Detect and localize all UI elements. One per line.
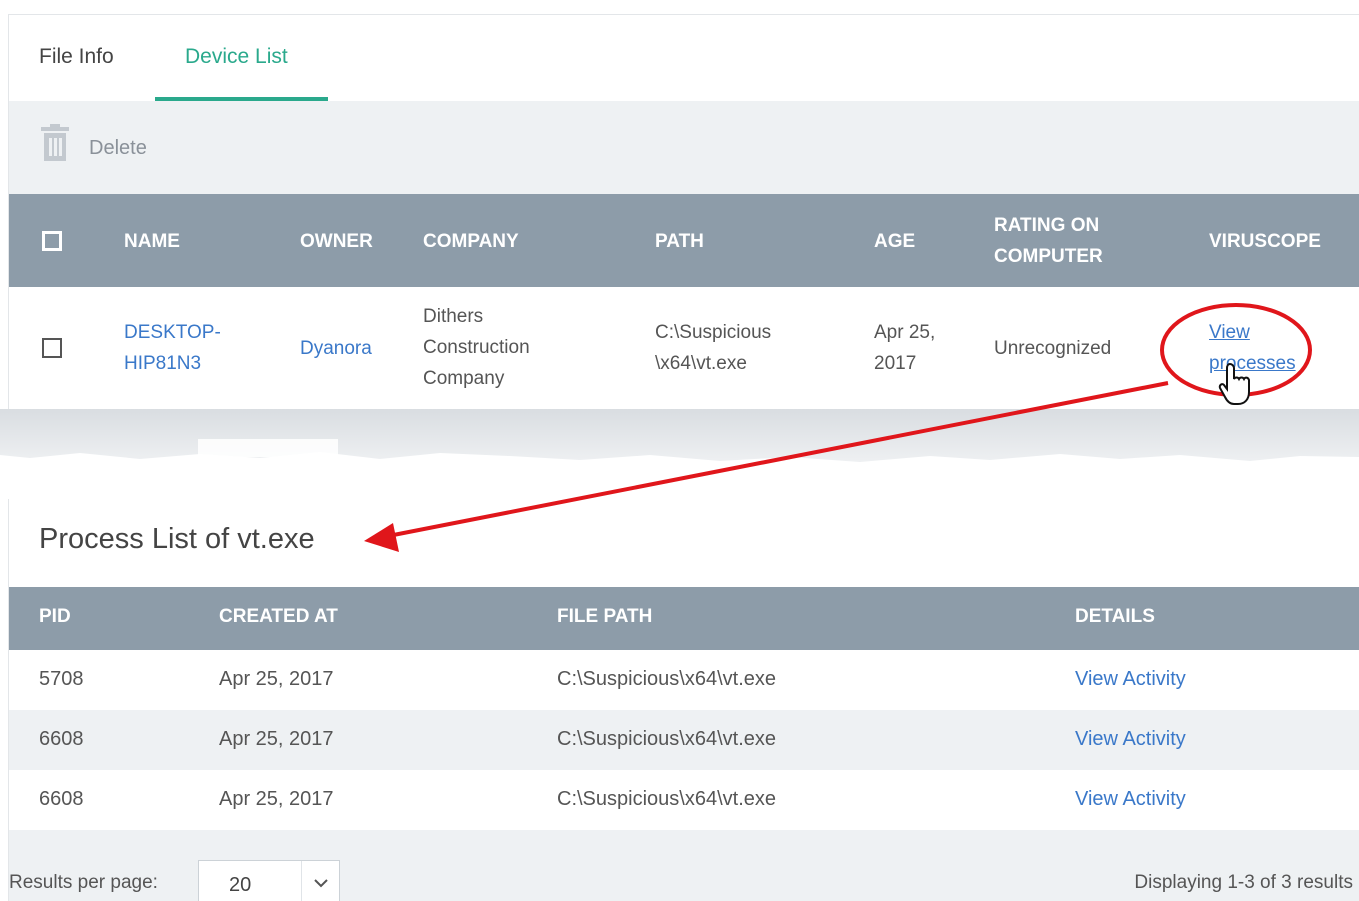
pagination-bar: Results per page: 20 Displaying 1-3 of 3… bbox=[9, 830, 1359, 901]
view-activity-link[interactable]: View Activity bbox=[1075, 728, 1186, 751]
col-age[interactable]: AGE bbox=[874, 226, 915, 257]
created-cell: Apr 25, 2017 bbox=[219, 788, 334, 810]
table-row: 6608 Apr 25, 2017 C:\Suspicious\x64\vt.e… bbox=[9, 710, 1359, 770]
results-per-page-value: 20 bbox=[229, 874, 252, 896]
owner-link[interactable]: Dyanora bbox=[300, 333, 372, 364]
company-line3: Company bbox=[423, 368, 505, 389]
company-cell: Dithers Construction Company bbox=[423, 301, 530, 394]
device-name-line1: DESKTOP- bbox=[124, 322, 221, 343]
pid-cell: 5708 bbox=[39, 668, 84, 690]
age-line1: Apr 25, bbox=[874, 322, 936, 343]
process-table-header: PID CREATED AT FILE PATH DETAILS bbox=[9, 587, 1359, 650]
path-cell: C:\Suspicious \x64\vt.exe bbox=[655, 317, 771, 379]
table-row: 6608 Apr 25, 2017 C:\Suspicious\x64\vt.e… bbox=[9, 770, 1359, 830]
pid-cell: 6608 bbox=[39, 728, 84, 750]
file-path-cell: C:\Suspicious\x64\vt.exe bbox=[557, 728, 776, 750]
company-line2: Construction bbox=[423, 337, 530, 358]
chevron-down-icon bbox=[301, 861, 339, 901]
col-name[interactable]: NAME bbox=[124, 226, 180, 257]
process-list-title: Process List of vt.exe bbox=[39, 523, 315, 555]
table-row: DESKTOP- HIP81N3 Dyanora Dithers Constru… bbox=[9, 287, 1359, 410]
age-line2: 2017 bbox=[874, 353, 917, 374]
select-all-checkbox[interactable] bbox=[42, 231, 62, 251]
col-company[interactable]: COMPANY bbox=[423, 226, 519, 257]
toolbar: Delete bbox=[9, 101, 1359, 194]
results-count: Displaying 1-3 of 3 results bbox=[1134, 872, 1353, 893]
device-name-line2: HIP81N3 bbox=[124, 353, 202, 374]
tab-bar: File Info Device List bbox=[9, 15, 1359, 101]
view-processes-link[interactable]: View processes bbox=[1209, 317, 1296, 379]
process-list-panel: Process List of vt.exe PID CREATED AT FI… bbox=[8, 499, 1359, 901]
company-line1: Dithers bbox=[423, 306, 484, 327]
col-viruscope[interactable]: VIRUSCOPE bbox=[1209, 226, 1321, 257]
col-pid[interactable]: PID bbox=[39, 606, 71, 628]
results-per-page-label: Results per page: bbox=[9, 872, 158, 893]
col-file-path[interactable]: FILE PATH bbox=[557, 606, 652, 628]
device-name-link[interactable]: DESKTOP- HIP81N3 bbox=[124, 317, 221, 379]
rating-cell: Unrecognized bbox=[994, 338, 1112, 359]
col-rating-line2: COMPUTER bbox=[994, 246, 1103, 267]
col-rating-line1: RATING ON bbox=[994, 215, 1100, 236]
col-details[interactable]: DETAILS bbox=[1075, 606, 1155, 628]
created-cell: Apr 25, 2017 bbox=[219, 728, 334, 750]
view-processes-line1: View bbox=[1209, 322, 1250, 343]
pid-cell: 6608 bbox=[39, 788, 84, 810]
path-line2: \x64\vt.exe bbox=[655, 353, 747, 374]
col-rating[interactable]: RATING ON COMPUTER bbox=[994, 210, 1103, 272]
torn-edge-divider bbox=[0, 409, 1359, 462]
device-list-panel: File Info Device List Delete NAME OWNER … bbox=[8, 14, 1359, 410]
tab-file-info[interactable]: File Info bbox=[39, 45, 114, 69]
age-cell: Apr 25, 2017 bbox=[874, 317, 935, 379]
view-activity-link[interactable]: View Activity bbox=[1075, 668, 1186, 691]
results-per-page-select[interactable]: 20 bbox=[198, 860, 340, 901]
trash-icon bbox=[41, 124, 69, 161]
device-table-header: NAME OWNER COMPANY PATH AGE RATING ON CO… bbox=[9, 194, 1359, 287]
view-processes-line2: processes bbox=[1209, 353, 1296, 374]
file-path-cell: C:\Suspicious\x64\vt.exe bbox=[557, 668, 776, 690]
col-path[interactable]: PATH bbox=[655, 226, 704, 257]
file-path-cell: C:\Suspicious\x64\vt.exe bbox=[557, 788, 776, 810]
tab-device-list[interactable]: Device List bbox=[185, 45, 288, 69]
view-activity-link[interactable]: View Activity bbox=[1075, 788, 1186, 811]
created-cell: Apr 25, 2017 bbox=[219, 668, 334, 690]
col-owner[interactable]: OWNER bbox=[300, 226, 373, 257]
table-row: 5708 Apr 25, 2017 C:\Suspicious\x64\vt.e… bbox=[9, 650, 1359, 710]
path-line1: C:\Suspicious bbox=[655, 322, 772, 343]
row-checkbox[interactable] bbox=[42, 338, 62, 358]
col-created-at[interactable]: CREATED AT bbox=[219, 606, 338, 628]
delete-label: Delete bbox=[89, 137, 147, 159]
